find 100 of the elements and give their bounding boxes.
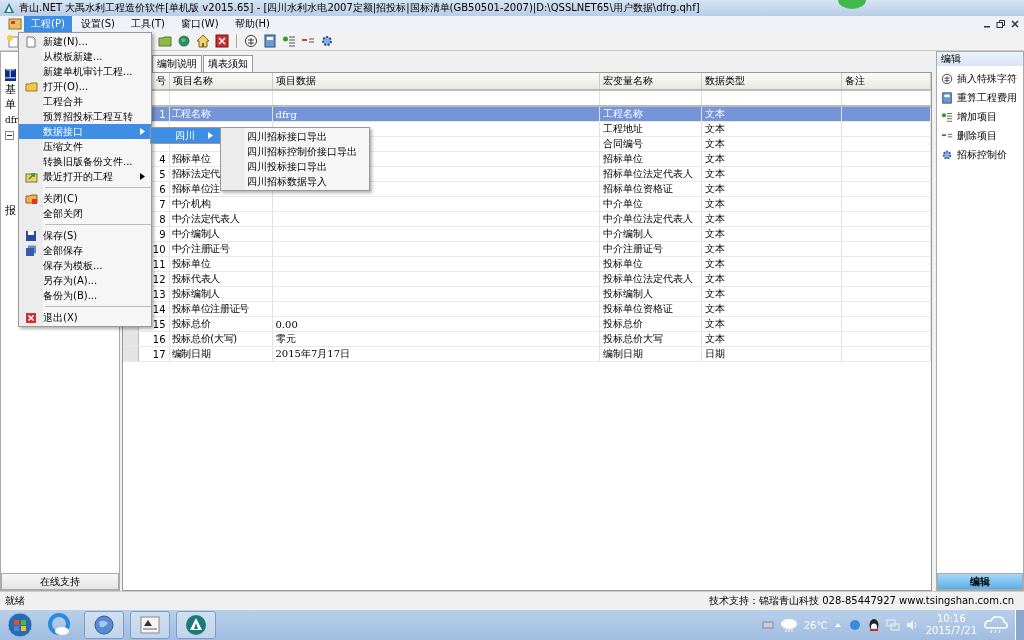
table-cell: 中介机构 [171,198,211,209]
table-cell: 投标总价 [602,318,643,329]
table-cell: 中介法定代表人 [171,213,240,224]
menu-item[interactable]: 保存(S) [19,228,151,243]
close-icon[interactable] [1010,19,1020,29]
tab[interactable]: 编制说明 [152,55,202,72]
table-cell: 投标编制人 [171,288,220,299]
table-cell: 投标单位 [602,258,643,269]
column-header[interactable]: 宏变量名称 [599,73,701,90]
action-item[interactable]: 增加项目 [941,110,1023,124]
table-cell: 0.00 [275,318,298,330]
app-logo-icon [3,2,15,14]
table-cell: 中介单位 [602,198,643,209]
online-support-button[interactable]: 在线支持 [1,573,119,590]
menu-item[interactable]: 从模板新建... [19,49,151,64]
table-cell: 招标单位注 [171,183,220,194]
table-cell: 零元 [275,333,296,344]
menu-item[interactable]: 最近打开的工程 [19,169,151,184]
menu-item[interactable]: 新建(N)... [19,34,151,49]
circle-symbol-icon[interactable] [244,34,258,48]
gear-icon [941,149,953,161]
row-number: 17 [152,348,166,360]
tree-item[interactable]: 报 [5,205,16,217]
circle-symbol-icon [941,73,953,85]
browser-cloud-icon[interactable] [46,612,72,638]
table-cell: 合同编号 [602,138,643,149]
row-number: 12 [152,273,166,285]
start-button[interactable] [6,611,34,639]
menu-item[interactable]: 设置(S) [73,16,122,32]
column-header[interactable]: 备注 [841,73,931,90]
penguin-icon[interactable] [867,618,880,632]
taskbar-app-button[interactable] [84,611,124,639]
folder-icon [24,192,38,205]
globe-icon[interactable] [177,34,191,48]
edit-button[interactable]: 编辑 [937,573,1023,590]
menu-item[interactable]: 压缩文件 [19,139,151,154]
tree-item[interactable]: dfr [5,114,19,126]
action-label: 重算工程费用 [957,91,1017,105]
menu-item[interactable]: 退出(X) [19,310,151,325]
show-desktop-button[interactable] [1015,610,1024,640]
menu-item[interactable]: 预算招投标工程互转 [19,109,151,124]
menu-item[interactable]: 转换旧版备份文件... [19,154,151,169]
panel-title: 编辑 [937,52,1023,66]
table-cell: 文本 [704,183,725,194]
home-icon[interactable] [196,34,210,48]
support-text: 技术支持：锦瑞青山科技 028-85447927 www.tsingshan.com.cn [709,594,1014,608]
table-cell: 招标单位 [171,153,211,164]
tree-item[interactable]: 单 [5,99,16,111]
column-header[interactable]: 项目数据 [272,73,599,90]
folder-icon[interactable] [158,34,172,48]
table-cell: 文本 [704,138,725,149]
menu-item[interactable]: 四川投标接口导出 [221,159,369,174]
table-cell: 日期 [704,348,725,359]
table-cell: 投标总价(大写) [171,333,237,344]
table-cell: 中介编制人 [602,228,653,239]
table-cell: 投标单位资格证 [602,303,673,314]
action-item[interactable]: 删除项目 [941,129,1023,143]
tree-item[interactable]: 基 [5,84,16,96]
action-item[interactable]: 插入特殊字符 [941,72,1023,86]
table-cell: 文本 [704,243,725,254]
document-icon[interactable] [8,18,22,30]
table-cell: 文本 [704,198,725,209]
menu-item[interactable]: 工具(T) [124,16,172,32]
menu-item[interactable]: 保存为模板... [19,258,151,273]
tree-item[interactable]: 工 [5,69,16,81]
collapse-icon[interactable] [5,131,14,140]
table-cell: 文本 [704,273,725,284]
delete-icon[interactable] [215,34,229,48]
row-number: 13 [152,288,166,300]
menu-item[interactable]: 四川招标控制价接口导出 [221,144,369,159]
menu-item[interactable]: 全部关闭 [19,206,151,221]
menu-item[interactable]: 工程合并 [19,94,151,109]
table-cell: 投标编制人 [602,288,653,299]
new-file-icon[interactable] [6,34,20,48]
action-item[interactable]: 重算工程费用 [941,91,1023,105]
globe-icon [93,614,115,636]
menu-item[interactable]: 备份为(B)... [19,288,151,303]
table-cell: 文本 [704,228,725,239]
row-number: 9 [159,228,166,240]
column-header[interactable]: 项目名称 [169,73,272,90]
calculator-icon[interactable] [263,34,277,48]
row-number: 6 [159,183,166,195]
menu-item[interactable]: 四川招标数据导入 [221,174,369,189]
row-number: 10 [152,243,166,255]
menu-item[interactable]: 窗口(W) [173,16,226,32]
taskbar-app-button[interactable] [130,611,170,639]
menu-item[interactable]: 全部保存 [19,243,151,258]
table-cell: 招标单位资格证 [602,183,673,194]
add-row-icon[interactable] [282,34,296,48]
taskbar-app-button[interactable] [176,611,216,639]
restore-icon[interactable] [996,19,1006,29]
menu-item[interactable]: 另存为(A)... [19,273,151,288]
add-row-icon [941,111,953,123]
menu-item[interactable]: 关闭(C) [19,191,151,206]
gear-icon[interactable] [320,34,334,48]
menu-item[interactable]: 四川招标接口导出 [221,129,369,144]
tab[interactable]: 填表须知 [203,55,253,72]
menu-item[interactable]: 帮助(H) [227,16,277,32]
action-item[interactable]: 招标控制价 [941,148,1023,162]
column-header[interactable]: 数据类型 [701,73,841,90]
